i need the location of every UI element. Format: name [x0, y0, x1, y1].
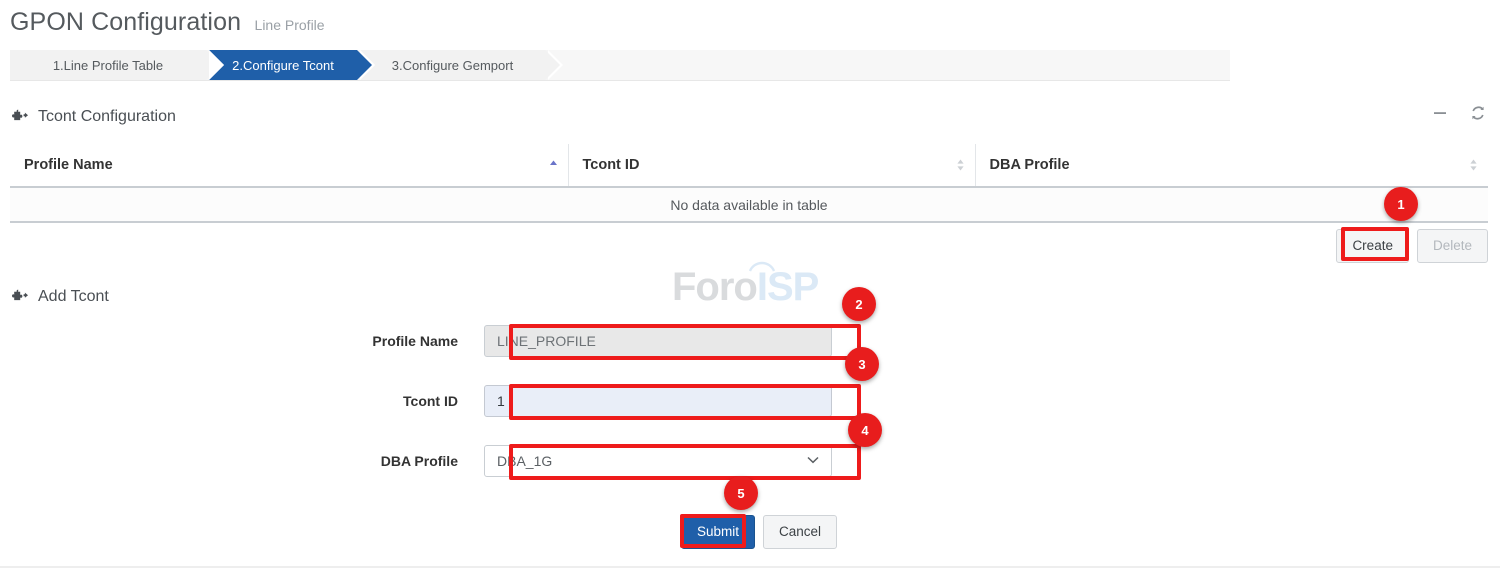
wizard-step-3-arrow	[545, 50, 560, 80]
table-action-buttons: Create Delete	[1336, 229, 1488, 263]
wizard-step-2-notch	[209, 50, 224, 80]
create-button[interactable]: Create	[1336, 229, 1409, 263]
wizard-step-3-label: 3.Configure Gemport	[392, 58, 513, 73]
form-row-profile-name: Profile Name LINE_PROFILE	[0, 325, 900, 357]
column-header-tcont-id-label: Tcont ID	[583, 157, 640, 173]
tcont-configuration-title: Tcont Configuration	[38, 108, 176, 126]
annotation-badge-5: 5	[724, 476, 758, 510]
table-empty-message: No data available in table	[10, 187, 1488, 222]
wizard-step-2-label: 2.Configure Tcont	[232, 58, 334, 73]
wizard-step-2-arrow	[357, 50, 372, 80]
column-header-tcont-id[interactable]: Tcont ID	[568, 144, 975, 187]
wizard-track	[548, 50, 1230, 80]
cancel-button[interactable]: Cancel	[763, 515, 837, 549]
sort-ascending-icon	[549, 158, 558, 172]
annotation-badge-3: 3	[845, 347, 879, 381]
column-header-profile-name[interactable]: Profile Name	[10, 144, 568, 187]
profile-name-label: Profile Name	[0, 333, 484, 349]
tcont-id-label: Tcont ID	[0, 393, 484, 409]
delete-button: Delete	[1417, 229, 1488, 263]
page-title-main: GPON Configuration	[10, 8, 241, 36]
sort-none-icon	[956, 158, 965, 172]
form-row-dba-profile: DBA Profile DBA_1G	[0, 445, 900, 477]
column-header-dba-profile-label: DBA Profile	[990, 157, 1070, 173]
wizard-divider	[10, 80, 1230, 81]
annotation-badge-1: 1	[1384, 187, 1418, 221]
add-tcont-title: Add Tcont	[38, 288, 109, 306]
annotation-badge-2: 2	[842, 287, 876, 321]
footer-divider	[0, 566, 1500, 568]
form-row-tcont-id: Tcont ID 1	[0, 385, 900, 417]
form-buttons: Submit Cancel	[681, 515, 837, 549]
page-title-sub: Line Profile	[255, 17, 325, 33]
wizard-step-1-label: 1.Line Profile Table	[53, 58, 163, 73]
column-header-profile-name-label: Profile Name	[24, 157, 113, 173]
refresh-icon[interactable]	[1470, 105, 1486, 121]
dba-profile-selected-value: DBA_1G	[497, 453, 552, 469]
chevron-down-icon	[807, 456, 819, 464]
annotation-badge-4: 4	[848, 413, 882, 447]
table-header-row: Profile Name Tcont ID DBA Profile	[10, 144, 1488, 187]
wizard-step-configure-tcont[interactable]: 2.Configure Tcont	[209, 50, 357, 80]
wizard-step-configure-gemport[interactable]: 3.Configure Gemport	[360, 50, 545, 80]
tcont-panel-tools	[1432, 105, 1486, 121]
add-tcont-header: Add Tcont	[12, 283, 109, 311]
table-empty-row: No data available in table	[10, 187, 1488, 222]
watermark-wifi-arc-icon	[747, 258, 777, 274]
wizard-steps: 1.Line Profile Table 2.Configure Tcont 3…	[10, 50, 1230, 80]
puzzle-piece-icon	[12, 109, 28, 125]
page-title: GPON Configuration Line Profile	[10, 8, 325, 42]
column-header-dba-profile[interactable]: DBA Profile	[975, 144, 1488, 187]
tcont-id-input[interactable]: 1	[484, 385, 832, 417]
tcont-table: Profile Name Tcont ID DBA Profile	[10, 144, 1488, 223]
dba-profile-select[interactable]: DBA_1G	[484, 445, 832, 477]
profile-name-input[interactable]: LINE_PROFILE	[484, 325, 832, 357]
submit-button[interactable]: Submit	[681, 515, 755, 549]
watermark-text-primary: Foro	[672, 265, 757, 309]
wizard-step-line-profile-table[interactable]: 1.Line Profile Table	[10, 50, 206, 80]
puzzle-piece-icon	[12, 289, 28, 305]
minimize-icon[interactable]	[1432, 105, 1448, 121]
dba-profile-label: DBA Profile	[0, 453, 484, 469]
tcont-configuration-header: Tcont Configuration	[12, 103, 176, 131]
sort-none-icon	[1469, 158, 1478, 172]
